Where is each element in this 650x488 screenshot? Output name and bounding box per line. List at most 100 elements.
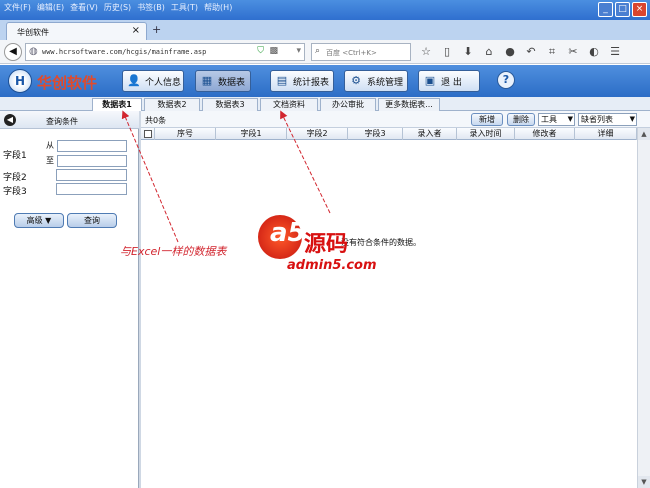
crop-icon[interactable]: ⌗ bbox=[546, 45, 558, 59]
tab-more-tables[interactable]: 更多数据表... bbox=[378, 98, 440, 111]
tab-office-approval[interactable]: 办公审批 bbox=[320, 98, 376, 111]
grid-header-row: 序号 字段1 字段2 字段3 录入者 录入时间 修改者 详细 bbox=[141, 128, 637, 140]
navigation-bar: ◀ ◍ www.hcrsoftware.com/hcgis/mainframe.… bbox=[0, 40, 650, 64]
personal-info-button[interactable]: 👤 个人信息 bbox=[122, 70, 184, 92]
menu-file[interactable]: 文件(F) bbox=[4, 2, 31, 13]
data-table-button[interactable]: ▦ 数据表 bbox=[195, 70, 251, 92]
add-record-button[interactable]: 新增 bbox=[471, 113, 503, 126]
select-all-checkbox[interactable] bbox=[144, 130, 152, 138]
statistics-report-button[interactable]: ▤ 统计报表 bbox=[270, 70, 334, 92]
gear-icon: ⚙ bbox=[351, 74, 361, 87]
delete-record-button[interactable]: 删除 bbox=[507, 113, 535, 126]
column-header-field3[interactable]: 字段3 bbox=[348, 128, 403, 140]
column-header-detail[interactable]: 详细 bbox=[575, 128, 637, 140]
menu-bookmarks[interactable]: 书签(B) bbox=[137, 2, 165, 13]
field2-input[interactable] bbox=[56, 169, 127, 181]
tools-select[interactable]: 工具 ▼ bbox=[538, 113, 575, 126]
watermark-url: admin5.com bbox=[287, 258, 377, 273]
field3-input[interactable] bbox=[56, 183, 127, 195]
close-tab-icon[interactable]: × bbox=[132, 25, 140, 36]
chevron-down-icon: ▼ bbox=[629, 115, 635, 123]
company-logo-icon: H bbox=[8, 69, 32, 93]
system-admin-button[interactable]: ⚙ 系统管理 bbox=[344, 70, 408, 92]
address-url: www.hcrsoftware.com/hcgis/mainframe.asp bbox=[42, 48, 207, 56]
person-icon: 👤 bbox=[127, 74, 141, 87]
window-titlebar: 文件(F) 编辑(E) 查看(V) 历史(S) 书签(B) 工具(T) 帮助(H… bbox=[0, 0, 650, 20]
column-header-modifier[interactable]: 修改者 bbox=[515, 128, 575, 140]
tab-data-table-3[interactable]: 数据表3 bbox=[202, 98, 258, 111]
qr-code-icon[interactable]: ▩ bbox=[269, 46, 278, 56]
addon-icon[interactable]: ◐ bbox=[588, 45, 600, 59]
browser-tab[interactable]: 华创软件 × bbox=[6, 22, 147, 40]
maximize-button[interactable]: □ bbox=[615, 2, 630, 17]
grid-toolbar: 共0条 新增 删除 工具 ▼ 缺省列表 ▼ bbox=[141, 111, 650, 128]
field1-from-label: 从 bbox=[46, 141, 54, 150]
column-header-created-time[interactable]: 录入时间 bbox=[457, 128, 515, 140]
chevron-down-icon: ▼ bbox=[567, 115, 573, 123]
collapse-left-icon[interactable]: ◀ bbox=[4, 114, 16, 126]
data-grid-panel: 共0条 新增 删除 工具 ▼ 缺省列表 ▼ 序号 字段1 字段2 字段3 录入者… bbox=[141, 111, 650, 488]
field1-label: 字段1 bbox=[3, 151, 27, 161]
query-panel: ◀ 查询条件 字段1 从 至 字段2 字段3 高级 ▼ 查询 bbox=[0, 111, 139, 488]
field2-label: 字段2 bbox=[3, 173, 27, 183]
exit-button[interactable]: ▣ 退 出 bbox=[418, 70, 480, 92]
scroll-down-icon[interactable]: ▼ bbox=[638, 476, 650, 488]
column-header-field2[interactable]: 字段2 bbox=[287, 128, 348, 140]
tab-documents[interactable]: 文档资料 bbox=[260, 98, 318, 111]
download-icon[interactable]: ⬇ bbox=[462, 45, 474, 59]
empty-message: 没有符合条件的数据。 bbox=[341, 238, 421, 247]
annotation-text: 与Excel一样的数据表 bbox=[120, 245, 227, 258]
search-icon: ⌕ bbox=[315, 46, 321, 56]
help-icon[interactable]: ? bbox=[497, 71, 515, 89]
minimize-button[interactable]: _ bbox=[598, 2, 613, 17]
select-all-cell bbox=[141, 128, 155, 140]
menu-history[interactable]: 历史(S) bbox=[104, 2, 131, 13]
tab-data-table-2[interactable]: 数据表2 bbox=[144, 98, 200, 111]
field1-to-input[interactable] bbox=[57, 155, 127, 167]
search-box[interactable]: ⌕ 百度 <Ctrl+K> bbox=[311, 43, 411, 61]
menu-view[interactable]: 查看(V) bbox=[70, 2, 98, 13]
query-button[interactable]: 查询 bbox=[67, 213, 117, 228]
table-icon: ▦ bbox=[201, 74, 213, 87]
column-header-seq[interactable]: 序号 bbox=[155, 128, 216, 140]
menu-help[interactable]: 帮助(H) bbox=[204, 2, 232, 13]
screenshot-icon[interactable]: ✂ bbox=[567, 45, 579, 59]
back-button[interactable]: ◀ bbox=[4, 43, 22, 61]
column-header-field1[interactable]: 字段1 bbox=[216, 128, 287, 140]
system-admin-label: 系统管理 bbox=[367, 77, 404, 88]
grid-vertical-scrollbar[interactable]: ▲ ▼ bbox=[637, 128, 650, 488]
menu-bar: 文件(F) 编辑(E) 查看(V) 历史(S) 书签(B) 工具(T) 帮助(H… bbox=[4, 2, 232, 13]
grid-body: 没有符合条件的数据。 bbox=[141, 140, 637, 488]
scroll-up-icon[interactable]: ▲ bbox=[638, 128, 650, 140]
hamburger-menu-icon[interactable]: ☰ bbox=[609, 45, 621, 59]
tools-select-value: 工具 bbox=[541, 115, 557, 124]
sheet-tab-row: 数据表1 数据表2 数据表3 文档资料 办公审批 更多数据表... bbox=[0, 97, 650, 112]
chat-icon[interactable]: ● bbox=[504, 45, 516, 59]
exit-label: 退 出 bbox=[441, 77, 462, 88]
nav-toolbar-icons: ☆ ▯ ⬇ ⌂ ● ↶ ⌗ ✂ ◐ ☰ bbox=[420, 45, 621, 59]
address-bar[interactable]: ◍ www.hcrsoftware.com/hcgis/mainframe.as… bbox=[25, 43, 305, 61]
new-tab-button[interactable]: + bbox=[152, 23, 161, 36]
chevron-down-icon[interactable]: ▾ bbox=[296, 46, 301, 56]
field1-from-input[interactable] bbox=[57, 140, 127, 152]
window-controls: _ □ × bbox=[598, 2, 647, 17]
menu-tools[interactable]: 工具(T) bbox=[171, 2, 198, 13]
advanced-button[interactable]: 高级 ▼ bbox=[14, 213, 64, 228]
watermark-mark: a5 bbox=[270, 218, 306, 248]
home-icon[interactable]: ⌂ bbox=[483, 45, 495, 59]
query-panel-title: 查询条件 bbox=[46, 117, 78, 126]
bookmark-star-icon[interactable]: ☆ bbox=[420, 45, 432, 59]
close-window-button[interactable]: × bbox=[632, 2, 647, 17]
column-header-creator[interactable]: 录入者 bbox=[403, 128, 457, 140]
field1-to-label: 至 bbox=[46, 156, 54, 165]
company-logo-text: 华创软件 bbox=[37, 74, 98, 92]
search-placeholder: 百度 <Ctrl+K> bbox=[326, 49, 377, 57]
undo-icon[interactable]: ↶ bbox=[525, 45, 537, 59]
tab-data-table-1[interactable]: 数据表1 bbox=[92, 98, 142, 112]
menu-edit[interactable]: 编辑(E) bbox=[37, 2, 64, 13]
data-table-label: 数据表 bbox=[218, 77, 246, 88]
reading-list-icon[interactable]: ▯ bbox=[441, 45, 453, 59]
query-panel-header: ◀ 查询条件 bbox=[0, 111, 139, 129]
shield-icon[interactable]: ⛉ bbox=[257, 46, 264, 56]
view-select[interactable]: 缺省列表 ▼ bbox=[578, 113, 637, 126]
